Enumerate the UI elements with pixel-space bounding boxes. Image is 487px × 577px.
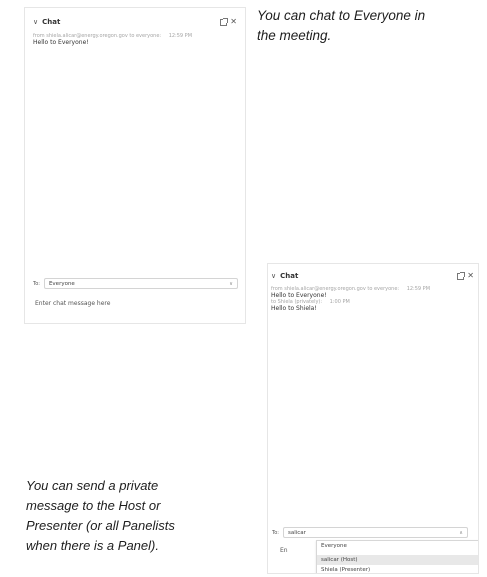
caption-line: the meeting. <box>257 28 332 43</box>
chat-header: ∨ Chat ✕ <box>33 16 237 28</box>
message-time: 1:00 PM <box>329 299 350 305</box>
header-actions: ✕ <box>220 17 237 26</box>
message-text: Hello to Everyone! <box>271 292 327 299</box>
caret-icon: ∨ <box>229 280 233 287</box>
caption-private-message: You can send a private message to the Ho… <box>26 476 246 556</box>
popout-icon[interactable] <box>220 17 229 26</box>
caption-line: You can chat to Everyone in <box>257 8 426 23</box>
recipient-option-everyone[interactable]: Everyone <box>317 541 478 551</box>
chevron-down-icon[interactable]: ∨ <box>33 18 38 26</box>
chat-panel-everyone: ∨ Chat ✕ from shiela.alicar@energy.orego… <box>24 7 246 324</box>
caption-line: Presenter (or all Panelists <box>26 518 175 533</box>
chat-message-input[interactable]: Enter chat message here <box>35 300 110 307</box>
caret-icon: ∧ <box>459 529 463 536</box>
to-label: To: <box>33 280 40 287</box>
caption-line: You can send a private <box>26 478 159 493</box>
chat-title-toggle[interactable]: ∨ Chat <box>271 272 298 280</box>
chat-title-toggle[interactable]: ∨ Chat <box>33 18 60 26</box>
recipient-row: To: Everyone ∨ <box>33 278 238 289</box>
chevron-down-icon[interactable]: ∨ <box>271 272 276 280</box>
to-label: To: <box>272 529 279 536</box>
recipient-dropdown: Everyone salicar (Host) Shiela (Presente… <box>316 540 478 573</box>
message-text: Hello to Shiela! <box>271 305 317 312</box>
recipient-option-presenter[interactable]: Shiela (Presenter) <box>317 565 478 573</box>
recipient-row: To: salicar ∧ <box>272 527 468 538</box>
recipient-select[interactable]: Everyone ∨ <box>43 278 238 289</box>
message-time: 12:59 PM <box>168 33 193 39</box>
chat-message-input[interactable]: En <box>280 547 288 554</box>
message-list: from shiela.alicar@energy.oregon.gov to … <box>271 286 430 312</box>
header-actions: ✕ <box>457 271 474 280</box>
popout-icon[interactable] <box>457 271 466 280</box>
close-icon[interactable]: ✕ <box>230 18 237 26</box>
chat-title: Chat <box>42 18 61 26</box>
chat-header: ∨ Chat ✕ <box>271 270 474 282</box>
close-icon[interactable]: ✕ <box>467 272 474 280</box>
chat-title: Chat <box>280 272 299 280</box>
recipient-select[interactable]: salicar ∧ <box>282 527 468 538</box>
recipient-option-host[interactable]: salicar (Host) <box>317 555 478 565</box>
message-text: Hello to Everyone! <box>33 39 89 46</box>
caption-chat-everyone: You can chat to Everyone in the meeting. <box>257 6 487 46</box>
recipient-value: Everyone <box>48 280 75 287</box>
message-time: 12:59 PM <box>406 286 431 292</box>
message-list: from shiela.alicar@energy.oregon.gov to … <box>33 33 192 46</box>
caption-line: when there is a Panel). <box>26 538 159 553</box>
caption-line: message to the Host or <box>26 498 161 513</box>
chat-panel-private: ∨ Chat ✕ from shiela.alicar@energy.orego… <box>267 263 479 574</box>
recipient-value: salicar <box>287 529 306 536</box>
